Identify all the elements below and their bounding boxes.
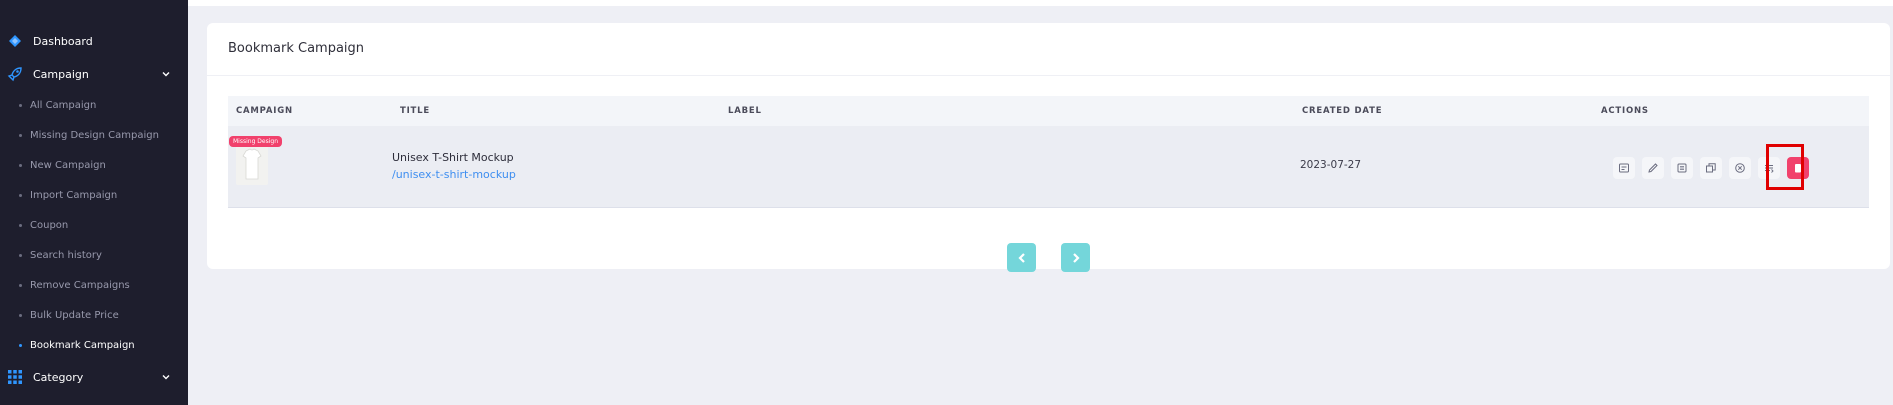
chevron-down-icon (162, 375, 170, 380)
sidebar-item-label: Import Campaign (30, 189, 118, 201)
sidebar-item-label: Category (33, 370, 84, 384)
sidebar-item-label: Missing Design Campaign (30, 129, 159, 141)
sidebar-item-label: Dashboard (33, 34, 93, 48)
highlight-box (1766, 144, 1804, 190)
page-title: Bookmark Campaign (228, 41, 365, 56)
chevron-right-icon (1072, 252, 1080, 263)
close-circle-icon (1735, 163, 1745, 173)
sidebar-item-bulk-update-price[interactable]: Bulk Update Price (0, 303, 188, 327)
table-header: CAMPAIGN TITLE LABEL CREATED DATE ACTION… (228, 96, 1869, 126)
bullet-icon (19, 133, 22, 137)
edit-button[interactable] (1642, 157, 1664, 179)
sidebar-item-import-campaign[interactable]: Import Campaign (0, 183, 188, 207)
bullet-icon (19, 103, 22, 107)
sidebar-item-label: Remove Campaigns (30, 279, 130, 291)
campaign-slug-link[interactable]: /unisex-t-shirt-mockup (392, 168, 516, 181)
design-button[interactable] (1613, 157, 1635, 179)
sidebar-item-bookmark-campaign[interactable]: Bookmark Campaign (0, 333, 188, 357)
previous-page-button[interactable] (1007, 243, 1036, 272)
sidebar-item-search-history[interactable]: Search history (0, 243, 188, 267)
duplicate-button[interactable] (1700, 157, 1722, 179)
bullet-icon (19, 343, 22, 347)
bullet-icon (19, 163, 22, 167)
bullet-icon (19, 223, 22, 227)
copy-button[interactable] (1671, 157, 1693, 179)
table-row: Missing Design Unisex T-Shirt Mockup /un… (228, 126, 1869, 208)
column-header-title: TITLE (400, 106, 430, 116)
close-button[interactable] (1729, 157, 1751, 179)
bullet-icon (19, 253, 22, 257)
copy-icon (1677, 163, 1687, 173)
sidebar-item-label: Search history (30, 249, 102, 261)
top-header (188, 0, 1893, 6)
duplicate-icon (1706, 163, 1716, 173)
missing-design-badge: Missing Design (229, 136, 282, 147)
sidebar-item-label: New Campaign (30, 159, 106, 171)
divider (207, 75, 1890, 76)
chevron-down-icon (162, 72, 170, 77)
sidebar-item-coupon[interactable]: Coupon (0, 213, 188, 237)
chevron-left-icon (1017, 252, 1025, 263)
column-header-actions: ACTIONS (1601, 106, 1649, 116)
sidebar-item-missing-design-campaign[interactable]: Missing Design Campaign (0, 123, 188, 147)
edit-icon (1648, 163, 1658, 173)
sidebar-item-label: Campaign (33, 67, 89, 81)
design-icon (1619, 163, 1629, 173)
sidebar-item-label: Bulk Update Price (30, 309, 119, 321)
column-header-label: LABEL (728, 106, 762, 116)
sidebar-item-label: Bookmark Campaign (30, 339, 135, 351)
rocket-icon (7, 66, 23, 82)
next-page-button[interactable] (1061, 243, 1090, 272)
grid-icon (7, 369, 23, 385)
dashboard-icon (7, 33, 23, 49)
sidebar-item-label: Coupon (30, 219, 69, 231)
column-header-created-date: CREATED DATE (1302, 106, 1383, 116)
sidebar-item-label: All Campaign (30, 99, 97, 111)
bullet-icon (19, 313, 22, 317)
sidebar: Dashboard Campaign All Campaign Missing … (0, 0, 188, 405)
sidebar-item-all-campaign[interactable]: All Campaign (0, 93, 188, 117)
sidebar-item-campaign[interactable]: Campaign (0, 59, 188, 89)
bullet-icon (19, 283, 22, 287)
sidebar-item-remove-campaigns[interactable]: Remove Campaigns (0, 273, 188, 297)
created-date: 2023-07-27 (1300, 159, 1362, 171)
sidebar-item-dashboard[interactable]: Dashboard (0, 26, 188, 56)
column-header-campaign: CAMPAIGN (236, 106, 293, 116)
sidebar-item-category[interactable]: Category (0, 362, 188, 392)
bullet-icon (19, 193, 22, 197)
bookmark-campaign-card: Bookmark Campaign CAMPAIGN TITLE LABEL C… (207, 23, 1890, 272)
campaign-title: Unisex T-Shirt Mockup (392, 151, 514, 164)
sidebar-item-new-campaign[interactable]: New Campaign (0, 153, 188, 177)
